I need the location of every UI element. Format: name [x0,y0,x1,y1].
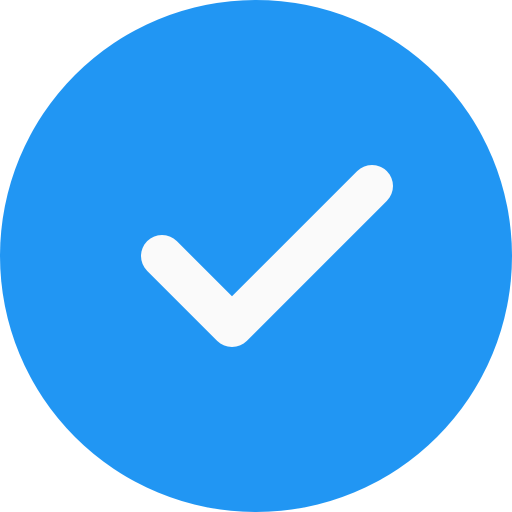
circle-background [0,0,512,512]
icon-canvas [0,0,512,512]
check-circle-icon [0,0,512,512]
